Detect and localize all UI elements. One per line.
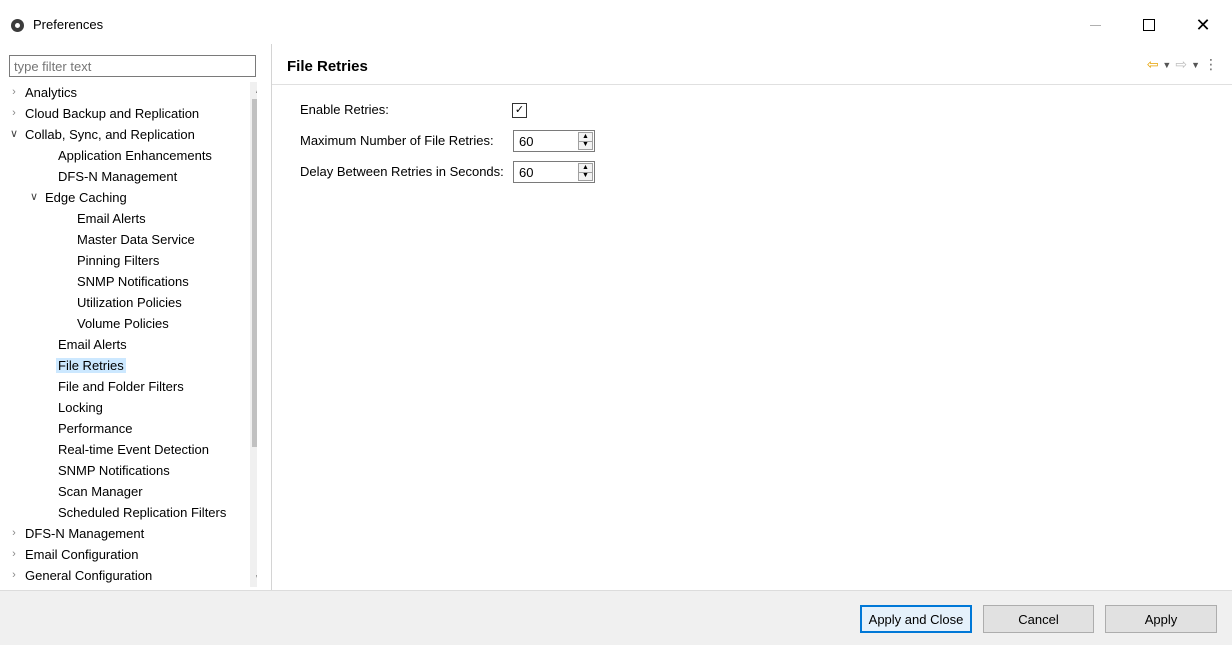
tree-item-utilization-policies[interactable]: Utilization Policies — [75, 292, 184, 313]
chevron-right-icon[interactable]: › — [9, 544, 19, 565]
tree-item-label: Performance — [58, 421, 133, 436]
tree-item-analytics[interactable]: › Analytics — [9, 82, 79, 103]
back-arrow-icon[interactable]: ⇦ — [1147, 56, 1159, 73]
apply-button[interactable]: Apply — [1105, 605, 1217, 633]
spinner-down-icon[interactable]: ▼ — [579, 172, 592, 180]
tree-item-label: Pinning Filters — [77, 253, 160, 268]
close-button[interactable]: ✕ — [1180, 10, 1226, 40]
tree-item-master-data-service[interactable]: Master Data Service — [75, 229, 197, 250]
back-dropdown-icon[interactable]: ▼ — [1162, 60, 1171, 70]
maximize-icon — [1143, 19, 1155, 31]
page-title: File Retries — [287, 58, 368, 75]
tree-item-label: General Configuration — [25, 568, 153, 583]
enable-retries-label: Enable Retries: — [300, 102, 389, 117]
checkmark-icon: ✓ — [514, 104, 525, 116]
tree-item-label: File Retries — [56, 358, 126, 373]
tree-item-label: DFS-N Management — [25, 526, 145, 541]
navigation-toolbar: ⇦ ▼ ⇨ ▼ ⋮ — [1147, 56, 1218, 73]
tree-item-label: Volume Policies — [77, 316, 169, 331]
cancel-button[interactable]: Cancel — [983, 605, 1094, 633]
chevron-right-icon[interactable]: › — [9, 565, 19, 586]
chevron-right-icon[interactable]: › — [9, 82, 19, 103]
tree-item-label: Utilization Policies — [77, 295, 182, 310]
apply-and-close-button[interactable]: Apply and Close — [860, 605, 972, 633]
max-retries-label: Maximum Number of File Retries: — [300, 133, 494, 148]
pane-divider[interactable] — [271, 44, 272, 590]
tree-item-pinning-filters[interactable]: Pinning Filters — [75, 250, 161, 271]
tree-item-label: Scan Manager — [58, 484, 143, 499]
page-header: File Retries ⇦ ▼ ⇨ ▼ ⋮ — [272, 44, 1232, 85]
preferences-gear-icon — [11, 19, 24, 32]
tree-item-file-folder-filters[interactable]: File and Folder Filters — [56, 376, 186, 397]
tree-item-dfsn-management-root[interactable]: › DFS-N Management — [9, 523, 146, 544]
forward-arrow-icon[interactable]: ⇨ — [1175, 56, 1187, 73]
spinner-down-icon[interactable]: ▼ — [579, 141, 592, 149]
tree-item-general-configuration[interactable]: › General Configuration — [9, 565, 154, 586]
title-bar: Preferences ✕ — [0, 0, 1232, 44]
tree-item-scheduled-replication-filters[interactable]: Scheduled Replication Filters — [56, 502, 228, 523]
tree-item-volume-policies[interactable]: Volume Policies — [75, 313, 171, 334]
scrollbar-thumb[interactable] — [252, 99, 257, 447]
tree-item-locking[interactable]: Locking — [56, 397, 105, 418]
tree-item-dfsn-management[interactable]: DFS-N Management — [56, 166, 179, 187]
tree-item-edge-email-alerts[interactable]: Email Alerts — [75, 208, 148, 229]
tree-item-label: Email Configuration — [25, 547, 139, 562]
tree-scrollbar[interactable]: ∧ ∨ — [250, 82, 257, 587]
chevron-right-icon[interactable]: › — [9, 103, 19, 124]
preferences-tree: › Analytics › Cloud Backup and Replicati… — [9, 82, 257, 587]
tree-item-scan-manager[interactable]: Scan Manager — [56, 481, 145, 502]
tree-item-label: Locking — [58, 400, 103, 415]
tree-item-label: SNMP Notifications — [58, 463, 170, 478]
minimize-icon — [1089, 24, 1101, 26]
tree-item-label: Master Data Service — [77, 232, 195, 247]
chevron-right-icon[interactable]: › — [9, 523, 19, 544]
forward-dropdown-icon[interactable]: ▼ — [1191, 60, 1200, 70]
tree-item-label: Cloud Backup and Replication — [25, 106, 200, 121]
tree-item-performance[interactable]: Performance — [56, 418, 134, 439]
tree-item-label: Analytics — [25, 85, 78, 100]
tree-item-label: Scheduled Replication Filters — [58, 505, 227, 520]
minimize-button[interactable] — [1072, 10, 1118, 40]
maximize-button[interactable] — [1126, 10, 1172, 40]
delay-spinner[interactable]: 60 ▲ ▼ — [513, 161, 595, 183]
tree-item-file-retries[interactable]: File Retries — [56, 355, 126, 376]
tree-item-email-configuration[interactable]: › Email Configuration — [9, 544, 140, 565]
spinner-buttons[interactable]: ▲ ▼ — [578, 163, 593, 181]
tree-item-label: Real-time Event Detection — [58, 442, 210, 457]
tree-item-label: SNMP Notifications — [77, 274, 189, 289]
filter-input[interactable] — [9, 55, 256, 77]
scroll-down-icon[interactable]: ∨ — [250, 570, 257, 587]
scroll-up-icon[interactable]: ∧ — [250, 82, 257, 99]
tree-item-email-alerts[interactable]: Email Alerts — [56, 334, 129, 355]
delay-label: Delay Between Retries in Seconds: — [300, 164, 504, 179]
window-title: Preferences — [33, 17, 104, 32]
tree-item-label: Email Alerts — [58, 337, 127, 352]
tree-item-application-enhancements[interactable]: Application Enhancements — [56, 145, 214, 166]
tree-item-label: Application Enhancements — [58, 148, 212, 163]
tree-item-realtime-event-detection[interactable]: Real-time Event Detection — [56, 439, 211, 460]
tree-item-label: Collab, Sync, and Replication — [25, 127, 195, 142]
tree-item-edge-snmp[interactable]: SNMP Notifications — [75, 271, 191, 292]
tree-item-cloud-backup[interactable]: › Cloud Backup and Replication — [9, 103, 201, 124]
chevron-down-icon[interactable]: ∨ — [29, 187, 39, 208]
tree-item-label: Edge Caching — [45, 190, 127, 205]
enable-retries-checkbox[interactable]: ✓ — [512, 103, 527, 118]
tree-item-snmp-notifications[interactable]: SNMP Notifications — [56, 460, 172, 481]
close-icon: ✕ — [1195, 14, 1211, 35]
tree-item-collab-sync[interactable]: ∨ Collab, Sync, and Replication — [9, 124, 197, 145]
delay-value[interactable]: 60 — [519, 165, 533, 180]
tree-item-label: Email Alerts — [77, 211, 146, 226]
chevron-down-icon[interactable]: ∨ — [9, 124, 19, 145]
tree-item-label: File and Folder Filters — [58, 379, 184, 394]
max-retries-value[interactable]: 60 — [519, 134, 533, 149]
tree-item-label: DFS-N Management — [58, 169, 178, 184]
spinner-buttons[interactable]: ▲ ▼ — [578, 132, 593, 150]
tree-item-edge-caching[interactable]: ∨ Edge Caching — [29, 187, 129, 208]
max-retries-spinner[interactable]: 60 ▲ ▼ — [513, 130, 595, 152]
view-menu-icon[interactable]: ⋮ — [1204, 56, 1218, 73]
